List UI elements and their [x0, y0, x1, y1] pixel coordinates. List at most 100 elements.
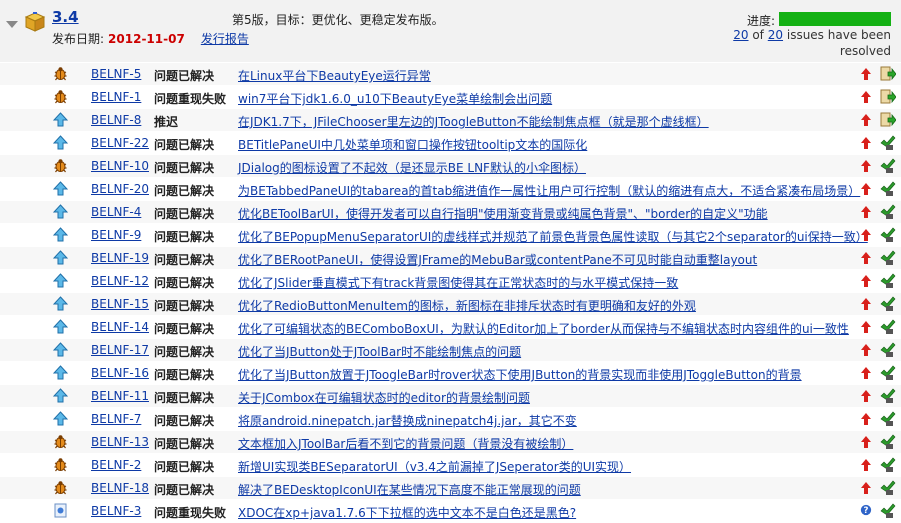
issue-row: BELNF-11 问题已解决 关于JCombox在可编辑状态时的editor的背景绘… [0, 385, 901, 408]
issue-row: BELNF-20 问题已解决 为BETabbedPaneUI的tabarea的首ta… [0, 178, 901, 201]
issue-key-link[interactable]: BELNF-11 [91, 389, 149, 403]
improvement-type-icon [52, 204, 69, 219]
issue-row: BELNF-14 问题已解决 优化了可编辑状态的BEComboBoxUI，为默认的E… [0, 316, 901, 339]
issue-summary-link[interactable]: JDialog的图标设置了不起效（是还显示BE LNF默认的小伞图标） [238, 159, 586, 176]
issue-summary-link[interactable]: 将原android.ninepatch.jar替换成ninepatch4j.ja… [238, 412, 577, 429]
issue-row: BELNF-13 问题已解决 文本框加入JToolBar后看不到它的背景问题（背景没… [0, 431, 901, 454]
issue-key-link[interactable]: BELNF-4 [91, 205, 141, 219]
version-description: 第5版，目标：更优化、更稳定发布版。 [232, 13, 444, 27]
resolved-suffix: issues have been resolved [786, 28, 891, 58]
progress-bar [779, 12, 891, 26]
issue-key-link[interactable]: BELNF-1 [91, 90, 141, 104]
up-arrow-icon [860, 297, 872, 311]
up-arrow-icon [860, 274, 872, 288]
improvement-type-icon [52, 342, 69, 357]
issue-key-link[interactable]: BELNF-12 [91, 274, 149, 288]
svg-text:?: ? [864, 506, 869, 516]
issue-key-link[interactable]: BELNF-22 [91, 136, 149, 150]
package-icon [24, 12, 46, 32]
issue-key-link[interactable]: BELNF-19 [91, 251, 149, 265]
issue-summary-link[interactable]: 优化了BEPopupMenuSeparatorUI的虚线样式并规范了前景色背景色… [238, 228, 868, 245]
issue-key-link[interactable]: BELNF-3 [91, 504, 141, 518]
issue-resolution: 问题重现失败 [154, 92, 227, 106]
issue-row: BELNF-19 问题已解决 优化了BERootPaneUI，使得设置JFrame的… [0, 247, 901, 270]
issue-row: BELNF-1 问题重现失败 win7平台下jdk1.6.0_u10下BeautyE… [0, 86, 901, 109]
issue-key-link[interactable]: BELNF-8 [91, 113, 141, 127]
resolved-status-icon [880, 319, 896, 335]
issue-summary-link[interactable]: 优化了可编辑状态的BEComboBoxUI，为默认的Editor加上了borde… [238, 320, 849, 337]
resolved-status-icon [880, 181, 896, 197]
issue-resolution: 问题已解决 [154, 207, 215, 221]
issue-summary-link[interactable]: 优化了当JButton处于JToolBar时不能绘制焦点的问题 [238, 343, 521, 360]
resolved-status-icon [880, 388, 896, 404]
issue-summary-link[interactable]: 为BETabbedPaneUI的tabarea的首tab缩进值作一属性让用户可行… [238, 182, 860, 199]
issue-key-link[interactable]: BELNF-18 [91, 481, 149, 495]
issue-summary-link[interactable]: 文本框加入JToolBar后看不到它的背景问题（背景没有被绘制） [238, 435, 573, 452]
issue-key-link[interactable]: BELNF-10 [91, 159, 149, 173]
resolved-status-icon [880, 411, 896, 427]
issue-key-link[interactable]: BELNF-20 [91, 182, 149, 196]
issue-row: BELNF-22 问题已解决 BETitlePaneUI中几处菜单项和窗口操作按钮t… [0, 132, 901, 155]
total-count-link[interactable]: 20 [768, 28, 783, 42]
issue-key-link[interactable]: BELNF-14 [91, 320, 149, 334]
resolved-count-link[interactable]: 20 [733, 28, 748, 42]
issue-summary-link[interactable]: 优化了RedioButtonMenuItem的图标，新图标在非排斥状态时有更明确… [238, 297, 696, 314]
issue-summary-link[interactable]: 优化了当JButton放置于JToogleBar时rover状态下使用JButt… [238, 366, 802, 383]
progress-bar-fill [779, 12, 891, 26]
bug-type-icon [53, 434, 68, 449]
up-arrow-icon [860, 320, 872, 334]
issue-key-link[interactable]: BELNF-2 [91, 458, 141, 472]
resolved-status-icon [880, 434, 896, 450]
issue-summary-link[interactable]: 在JDK1.7下，JFileChooser里左边的JToogleButton不能… [238, 113, 709, 130]
improvement-type-icon [52, 135, 69, 150]
issue-key-link[interactable]: BELNF-5 [91, 67, 141, 81]
issue-summary-link[interactable]: 优化BEToolBarUI，使得开发者可以自行指明"使用渐变背景或纯属色背景"、… [238, 205, 768, 222]
bug-type-icon [53, 89, 68, 104]
issue-summary-link[interactable]: 关于JCombox在可编辑状态时的editor的背景绘制问题 [238, 389, 530, 406]
issue-resolution: 问题已解决 [154, 368, 215, 382]
issue-row: BELNF-8 推迟 在JDK1.7下，JFileChooser里左边的JToogl… [0, 109, 901, 132]
reopened-status-icon [880, 112, 897, 128]
issue-key-link[interactable]: BELNF-7 [91, 412, 141, 426]
issue-summary-link[interactable]: 优化了BERootPaneUI，使得设置JFrame的MebuBar或conte… [238, 251, 757, 268]
issue-row: BELNF-17 问题已解决 优化了当JButton处于JToolBar时不能绘制焦… [0, 339, 901, 362]
issue-key-link[interactable]: BELNF-16 [91, 366, 149, 380]
issue-key-link[interactable]: BELNF-15 [91, 297, 149, 311]
issue-summary-link[interactable]: 解决了BEDesktopIconUI在某些情况下高度不能正常展现的问题 [238, 481, 581, 498]
resolved-status-icon [880, 227, 896, 243]
release-date-value: 2012-11-07 [108, 32, 185, 46]
issue-resolution: 推迟 [154, 115, 179, 129]
resolved-status-icon [880, 480, 896, 496]
resolved-status-icon [880, 457, 896, 473]
up-arrow-icon [860, 205, 872, 219]
resolved-status-icon [880, 365, 896, 381]
issue-key-link[interactable]: BELNF-9 [91, 228, 141, 242]
bug-type-icon [53, 158, 68, 173]
issue-summary-link[interactable]: win7平台下jdk1.6.0_u10下BeautyEye菜单绘制会出问题 [238, 90, 552, 107]
issue-summary-link[interactable]: 新增UI实现类BESeparatorUI（v3.4之前漏掉了JSeperator… [238, 458, 631, 475]
issue-summary-link[interactable]: BETitlePaneUI中几处菜单项和窗口操作按钮tooltip文本的国际化 [238, 136, 587, 153]
issue-list: BELNF-5 问题已解决 在Linux平台下BeautyEye运行异常 BELNF-… [0, 63, 901, 523]
up-arrow-icon [860, 435, 872, 449]
issue-summary-link[interactable]: 在Linux平台下BeautyEye运行异常 [238, 67, 431, 84]
issue-row: BELNF-16 问题已解决 优化了当JButton放置于JToogleBar时ro… [0, 362, 901, 385]
up-arrow-icon [860, 159, 872, 173]
up-arrow-icon [860, 366, 872, 380]
collapse-toggle-icon[interactable] [6, 21, 18, 28]
issue-resolution: 问题已解决 [154, 483, 215, 497]
issue-row: BELNF-9 问题已解决 优化了BEPopupMenuSeparatorUI的虚线… [0, 224, 901, 247]
up-arrow-icon [860, 136, 872, 150]
issue-summary-link[interactable]: XDOC在xp+java1.7.6下下拉框的选中文本不是白色还是黑色? [238, 504, 576, 521]
issue-row: BELNF-7 问题已解决 将原android.ninepatch.jar替换成ni… [0, 408, 901, 431]
improvement-type-icon [52, 319, 69, 334]
improvement-type-icon [52, 273, 69, 288]
release-report-link[interactable]: 发行报告 [201, 32, 249, 46]
issue-key-link[interactable]: BELNF-13 [91, 435, 149, 449]
issue-resolution: 问题已解决 [154, 138, 215, 152]
up-arrow-icon [860, 251, 872, 265]
version-link[interactable]: 3.4 [52, 8, 79, 26]
up-arrow-icon [860, 228, 872, 242]
issue-key-link[interactable]: BELNF-17 [91, 343, 149, 357]
issue-row: BELNF-5 问题已解决 在Linux平台下BeautyEye运行异常 [0, 63, 901, 86]
issue-summary-link[interactable]: 优化了JSlider垂直模式下有track背景图使得其在正常状态时的与水平模式保… [238, 274, 678, 291]
